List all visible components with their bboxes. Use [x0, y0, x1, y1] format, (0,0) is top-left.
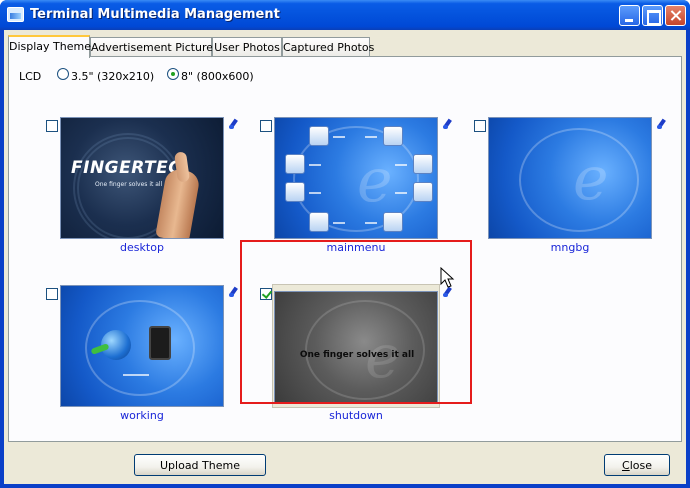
theme-label-desktop: desktop: [120, 241, 164, 254]
thumbnail-brand-text: FINGERTEC: [71, 158, 182, 178]
menu-globe-icon: [285, 154, 305, 174]
close-icon[interactable]: [665, 5, 686, 26]
edit-icon[interactable]: [443, 119, 453, 129]
title-bar[interactable]: Terminal Multimedia Management: [0, 0, 690, 30]
tab-display-theme[interactable]: Display Theme: [8, 35, 91, 58]
theme-thumbnail-shutdown[interactable]: e One finger solves it all: [274, 291, 438, 403]
edit-icon[interactable]: [657, 119, 667, 129]
theme-checkbox-mainmenu[interactable]: [260, 120, 272, 132]
window-title: Terminal Multimedia Management: [30, 7, 280, 22]
menu-door-icon: [413, 154, 433, 174]
app-window: Terminal Multimedia Management Display T…: [0, 0, 690, 488]
menu-lock-icon: [309, 212, 329, 232]
cursor-icon: [440, 267, 455, 288]
theme-label-mngbg: mngbg: [550, 241, 590, 254]
display-theme-panel: LCD 3.5" (320x210) 8" (800x600) FINGERTE…: [8, 56, 682, 442]
theme-checkbox-working[interactable]: [46, 288, 58, 300]
theme-label-shutdown: shutdown: [329, 409, 383, 422]
tab-captured-photos[interactable]: Captured Photos: [282, 37, 374, 57]
theme-label-working: working: [120, 409, 164, 422]
menu-battery-icon: [413, 182, 433, 202]
close-label: lose: [629, 459, 652, 472]
menu-data-icon: [383, 212, 403, 232]
close-accelerator: C: [622, 459, 630, 472]
lcd-label: LCD: [19, 70, 42, 83]
close-button[interactable]: Close: [604, 454, 670, 476]
theme-checkbox-shutdown[interactable]: [260, 288, 272, 300]
tab-user-photos[interactable]: User Photos: [212, 37, 282, 57]
edit-icon[interactable]: [229, 119, 239, 129]
maximize-icon[interactable]: [642, 5, 663, 26]
theme-checkbox-desktop[interactable]: [46, 120, 58, 132]
menu-edit-icon: [285, 182, 305, 202]
terminal-graphic: [149, 326, 171, 360]
lcd-radio-3-5-label[interactable]: 3.5" (320x210): [71, 70, 154, 83]
theme-thumbnail-mainmenu[interactable]: e: [274, 117, 438, 239]
theme-thumbnail-working[interactable]: [60, 285, 224, 407]
lcd-radio-3-5[interactable]: [57, 68, 69, 80]
menu-search-icon: [383, 126, 403, 146]
upload-theme-button[interactable]: Upload Theme: [134, 454, 266, 476]
edit-icon[interactable]: [229, 287, 239, 297]
window-client: Display Theme Advertisement Pictures Use…: [4, 30, 686, 484]
thumbnail-tagline: One finger solves it all: [95, 181, 163, 188]
window-app-icon: [7, 7, 24, 22]
theme-checkbox-mngbg[interactable]: [474, 120, 486, 132]
lcd-radio-8-label[interactable]: 8" (800x600): [181, 70, 254, 83]
minimize-icon[interactable]: [619, 5, 640, 26]
theme-label-mainmenu: mainmenu: [326, 241, 386, 254]
thumbnail-tagline: One finger solves it all: [299, 350, 415, 360]
theme-thumbnail-mngbg[interactable]: e: [488, 117, 652, 239]
tab-advertisement-pictures[interactable]: Advertisement Pictures: [90, 37, 219, 57]
theme-thumbnail-desktop[interactable]: FINGERTEC One finger solves it all: [60, 117, 224, 239]
menu-users-icon: [309, 126, 329, 146]
lcd-radio-8[interactable]: [167, 68, 179, 80]
